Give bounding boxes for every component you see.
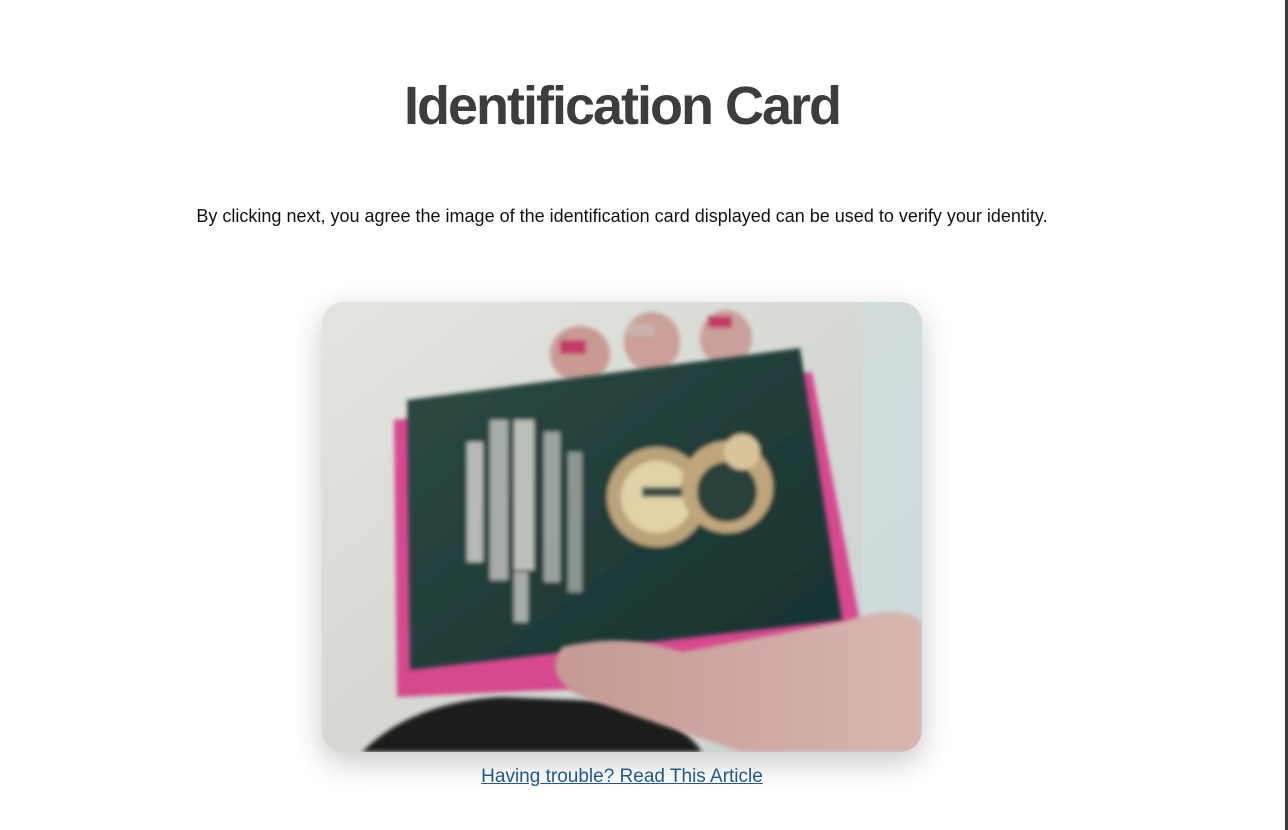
page-title: Identification Card [403, 76, 842, 136]
id-card-confirmation-page: Identification Card By clicking next, yo… [0, 0, 1288, 830]
captured-image [322, 302, 922, 752]
id-card-photo [322, 302, 922, 752]
consent-text: By clicking next, you agree the image of… [196, 206, 1048, 226]
help-article-link[interactable]: Having trouble? Read This Article [481, 766, 763, 787]
help-link-container: Having trouble? Read This Article [0, 764, 1244, 790]
